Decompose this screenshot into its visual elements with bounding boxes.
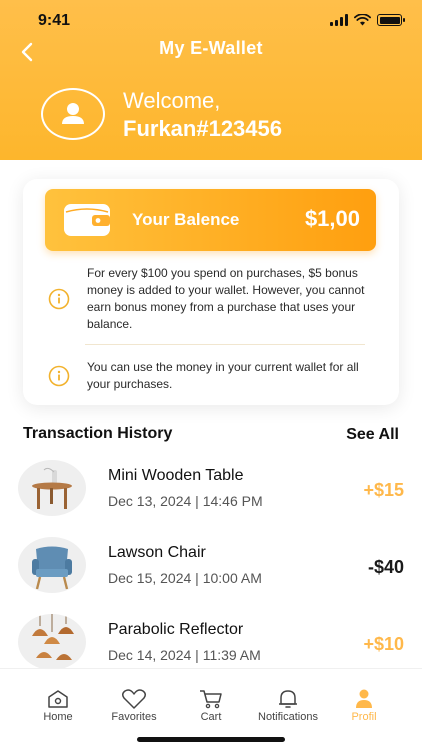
battery-icon bbox=[377, 14, 405, 26]
transaction-amount: +$10 bbox=[363, 634, 404, 654]
balance-amount: $1,00 bbox=[304, 206, 360, 231]
balance-banner: Your Balence $1,00 bbox=[45, 189, 376, 251]
transaction-name: Lawson Chair bbox=[108, 544, 206, 561]
status-time: 9:41 bbox=[38, 12, 71, 29]
avatar bbox=[41, 88, 105, 140]
transaction-date: Dec 14, 2024 | 11:39 AM bbox=[108, 647, 261, 663]
info-note: For every $100 you spend on purchases, $… bbox=[45, 265, 376, 333]
transaction-amount: -$40 bbox=[367, 557, 404, 577]
section-title: Transaction History bbox=[23, 425, 173, 442]
transaction-name: Mini Wooden Table bbox=[108, 467, 244, 484]
tab-profil[interactable]: Profil bbox=[319, 689, 409, 723]
heart-icon bbox=[121, 689, 147, 709]
info-text: For every $100 you spend on purchases, $… bbox=[87, 266, 365, 331]
wallet-card: Your Balence $1,00 For every $100 you sp… bbox=[23, 179, 399, 405]
transaction-date: Dec 15, 2024 | 10:00 AM bbox=[108, 570, 262, 586]
tab-label: Profil bbox=[351, 711, 377, 723]
home-indicator bbox=[137, 737, 285, 742]
welcome-text: Welcome, bbox=[123, 88, 221, 113]
info-icon bbox=[48, 365, 70, 387]
divider bbox=[85, 344, 365, 345]
wallet-icon bbox=[64, 204, 110, 236]
product-thumbnail bbox=[18, 537, 86, 593]
transaction-row[interactable]: Parabolic Reflector Dec 14, 2024 | 11:39… bbox=[0, 614, 422, 670]
product-thumbnail bbox=[18, 614, 86, 670]
user-icon bbox=[62, 103, 84, 124]
transaction-date: Dec 13, 2024 | 14:46 PM bbox=[108, 493, 263, 509]
transaction-row[interactable]: Lawson Chair Dec 15, 2024 | 10:00 AM -$4… bbox=[0, 537, 422, 593]
transaction-name: Parabolic Reflector bbox=[108, 621, 244, 638]
home-icon bbox=[48, 690, 68, 708]
balance-label: Your Balence bbox=[132, 210, 240, 229]
header: 9:41 My E-Wallet Welcome, Furkan#123456 bbox=[0, 0, 422, 160]
info-text: You can use the money in your current wa… bbox=[87, 360, 359, 391]
wifi-icon bbox=[354, 14, 371, 26]
product-thumbnail bbox=[18, 460, 86, 516]
lamp-icon bbox=[32, 614, 74, 660]
transaction-row[interactable]: Mini Wooden Table Dec 13, 2024 | 14:46 P… bbox=[0, 460, 422, 516]
chair-icon bbox=[32, 546, 72, 590]
see-all-link[interactable]: See All bbox=[346, 426, 399, 444]
status-bar: 9:41 bbox=[0, 0, 422, 40]
page-title: My E-Wallet bbox=[159, 38, 263, 58]
status-icons bbox=[330, 14, 405, 26]
info-note: You can use the money in your current wa… bbox=[45, 359, 376, 393]
transaction-amount: +$15 bbox=[363, 480, 404, 500]
bell-icon bbox=[279, 690, 297, 708]
table-icon bbox=[32, 467, 72, 509]
username: Furkan#123456 bbox=[123, 116, 282, 141]
cart-icon bbox=[200, 690, 222, 709]
user-icon bbox=[356, 689, 372, 708]
signal-icon bbox=[330, 14, 348, 26]
info-icon bbox=[48, 288, 70, 310]
